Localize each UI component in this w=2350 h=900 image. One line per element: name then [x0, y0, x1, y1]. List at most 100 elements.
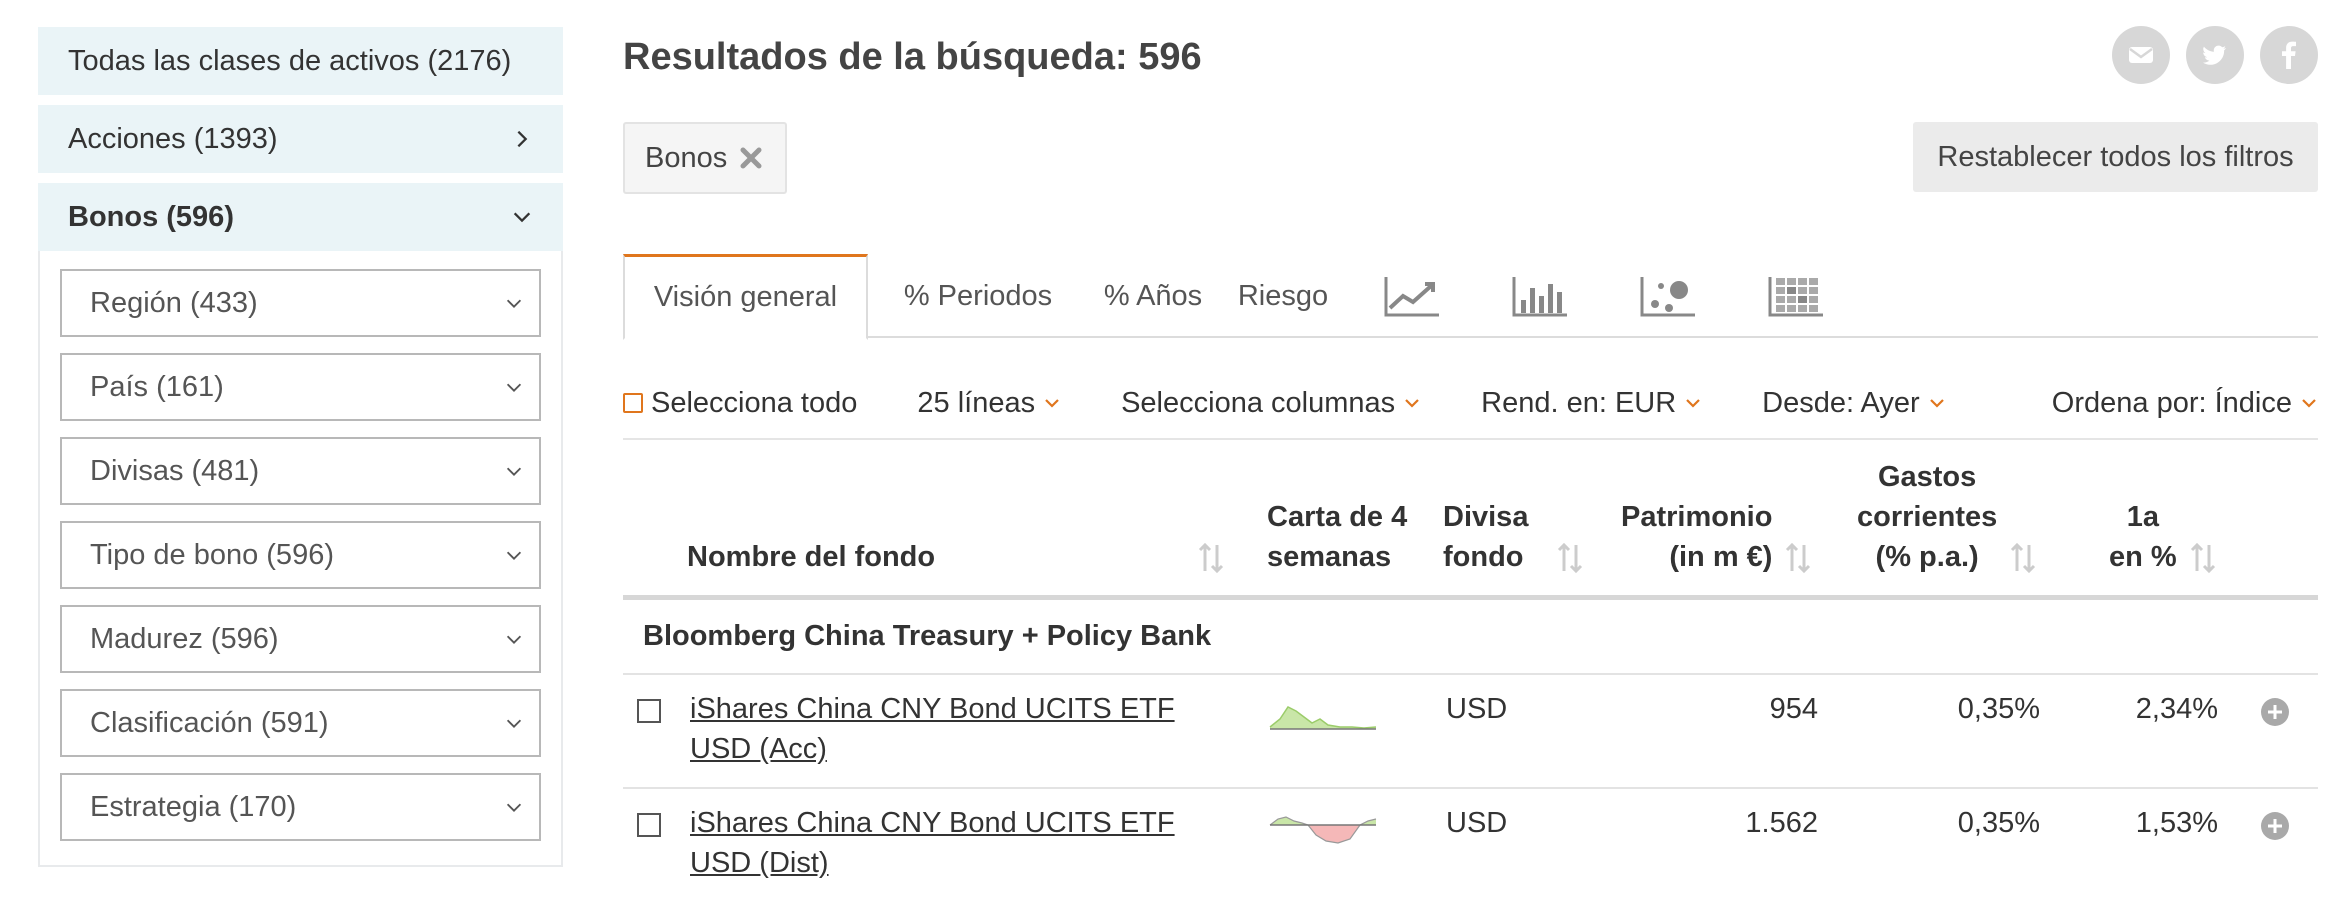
column-header-label: 1a en %: [2109, 501, 2177, 573]
columns-dropdown[interactable]: Selecciona columnas: [1121, 387, 1421, 420]
bonds-filter-panel: Región (433) País (161) Divisas (481) Ti…: [38, 251, 563, 867]
twitter-icon: [2203, 45, 2226, 65]
tab-heatmap[interactable]: [1732, 254, 1860, 338]
fund-aum: 1.562: [1745, 807, 1818, 839]
row-checkbox[interactable]: [637, 813, 661, 837]
column-header-aum[interactable]: Patrimonio (in m €): [1621, 497, 1812, 577]
chevron-down-icon: [1686, 399, 1700, 408]
since-dropdown[interactable]: Desde: Ayer: [1762, 387, 1945, 420]
filter-bond-type-select[interactable]: Tipo de bono (596): [60, 521, 541, 589]
filter-rating-select[interactable]: Clasificación (591): [60, 689, 541, 757]
tab-scatter-chart[interactable]: [1604, 254, 1732, 338]
column-header-chart: Carta de 4 semanas: [1267, 497, 1407, 577]
chevron-down-icon: [2302, 399, 2316, 408]
sidebar-item-label: Acciones (1393): [68, 122, 278, 155]
share-facebook-button[interactable]: [2260, 26, 2318, 84]
sidebar: Todas las clases de activos (2176) Accio…: [38, 27, 563, 867]
social-share: [2112, 26, 2318, 84]
select-all-checkbox[interactable]: Selecciona todo: [623, 387, 857, 420]
fund-aum: 954: [1769, 693, 1818, 725]
tab-risk[interactable]: Riesgo: [1218, 254, 1348, 338]
tab-overview[interactable]: Visión general: [623, 254, 868, 340]
filter-currency-select[interactable]: Divisas (481): [60, 437, 541, 505]
column-header-label: Carta de 4 semanas: [1267, 501, 1408, 573]
columns-label: Selecciona columnas: [1121, 386, 1396, 419]
chevron-down-icon: [506, 467, 522, 476]
tab-bar-chart[interactable]: [1476, 254, 1604, 338]
sidebar-item-bonds[interactable]: Bonos (596): [38, 183, 563, 251]
filter-label: Madurez (596): [90, 622, 279, 655]
sort-icon: [2011, 542, 2036, 574]
view-tabs: Visión general % Periodos % Años Riesgo: [623, 254, 2318, 340]
select-all-label: Selecciona todo: [651, 386, 858, 419]
sparkline-chart: [1269, 706, 1377, 730]
tab-periods[interactable]: % Periodos: [868, 254, 1088, 338]
chip-label: Bonos: [645, 141, 728, 174]
chevron-down-icon: [506, 551, 522, 560]
results-toolbar: Selecciona todo 25 líneas Selecciona col…: [623, 368, 2318, 440]
share-mail-button[interactable]: [2112, 26, 2170, 84]
tab-line-chart[interactable]: [1348, 254, 1476, 338]
column-header-currency[interactable]: Divisa fondo: [1443, 497, 1584, 577]
chevron-down-icon: [506, 299, 522, 308]
fund-perf-1y: 2,34%: [2135, 693, 2218, 725]
chevron-down-icon: [513, 212, 531, 223]
sidebar-item-all-assets[interactable]: Todas las clases de activos (2176): [38, 27, 563, 95]
sort-dropdown[interactable]: Ordena por: Índice: [2052, 387, 2318, 420]
heatmap-icon: [1768, 277, 1823, 317]
sort-icon: [1199, 542, 1224, 574]
plus-circle-icon[interactable]: [2260, 811, 2290, 841]
currency-label: Rend. en: EUR: [1481, 386, 1677, 419]
share-twitter-button[interactable]: [2186, 26, 2244, 84]
fund-perf-1y: 1,53%: [2135, 807, 2218, 839]
sort-icon: [1786, 542, 1811, 574]
lines-label: 25 líneas: [917, 386, 1036, 419]
table-row: iShares China CNY Bond UCITS ETF USD (Ac…: [623, 675, 2318, 789]
plus-circle-icon[interactable]: [2260, 697, 2290, 727]
column-header-fees[interactable]: Gastos corrientes (% p.a.): [1857, 457, 2037, 577]
column-header-label: Patrimonio (in m €): [1621, 501, 1773, 573]
filter-label: Clasificación (591): [90, 706, 329, 739]
fund-currency: USD: [1446, 693, 1508, 725]
currency-dropdown[interactable]: Rend. en: EUR: [1481, 387, 1702, 420]
checkbox-icon: [623, 393, 643, 413]
fund-name-link[interactable]: iShares China CNY Bond UCITS ETF USD (Di…: [690, 803, 1230, 883]
table-header: Nombre del fondo Carta de 4 semanas Divi…: [623, 440, 2318, 600]
tab-years[interactable]: % Años: [1088, 254, 1218, 338]
fund-currency: USD: [1446, 807, 1508, 839]
column-header-perf[interactable]: 1a en %: [2109, 497, 2217, 577]
results-table: Nombre del fondo Carta de 4 semanas Divi…: [623, 440, 2318, 900]
sidebar-item-label: Todas las clases de activos (2176): [68, 44, 512, 77]
page-title: Resultados de la búsqueda: 596: [623, 36, 1202, 78]
chevron-down-icon: [1045, 399, 1059, 408]
chevron-down-icon: [1405, 399, 1419, 408]
filter-label: País (161): [90, 370, 224, 403]
close-icon[interactable]: [739, 146, 763, 170]
filter-label: Región (433): [90, 286, 258, 319]
chevron-down-icon: [506, 719, 522, 728]
sidebar-item-label: Bonos (596): [68, 200, 234, 233]
chevron-right-icon: [517, 130, 528, 148]
column-header-name[interactable]: Nombre del fondo: [687, 537, 1225, 577]
reset-filters-button[interactable]: Restablecer todos los filtros: [1913, 122, 2318, 192]
column-header-label: Gastos corrientes (% p.a.): [1857, 461, 1998, 573]
mail-icon: [2129, 47, 2153, 63]
fund-fees: 0,35%: [1957, 807, 2040, 839]
filter-country-select[interactable]: País (161): [60, 353, 541, 421]
sort-icon: [1558, 542, 1583, 574]
sidebar-item-equities[interactable]: Acciones (1393): [38, 105, 563, 173]
filter-label: Tipo de bono (596): [90, 538, 334, 571]
filter-label: Estrategia (170): [90, 790, 297, 823]
lines-dropdown[interactable]: 25 líneas: [917, 387, 1061, 420]
chevron-down-icon: [506, 803, 522, 812]
index-group-row: Bloomberg China Treasury + Policy Bank: [623, 600, 2318, 675]
row-checkbox[interactable]: [637, 699, 661, 723]
column-header-label: Nombre del fondo: [687, 541, 936, 573]
filter-strategy-select[interactable]: Estrategia (170): [60, 773, 541, 841]
filter-maturity-select[interactable]: Madurez (596): [60, 605, 541, 673]
sparkline-chart: [1269, 816, 1377, 844]
fund-name-link[interactable]: iShares China CNY Bond UCITS ETF USD (Ac…: [690, 689, 1230, 769]
filter-region-select[interactable]: Región (433): [60, 269, 541, 337]
chevron-down-icon: [1929, 399, 1944, 408]
chevron-down-icon: [506, 635, 522, 644]
